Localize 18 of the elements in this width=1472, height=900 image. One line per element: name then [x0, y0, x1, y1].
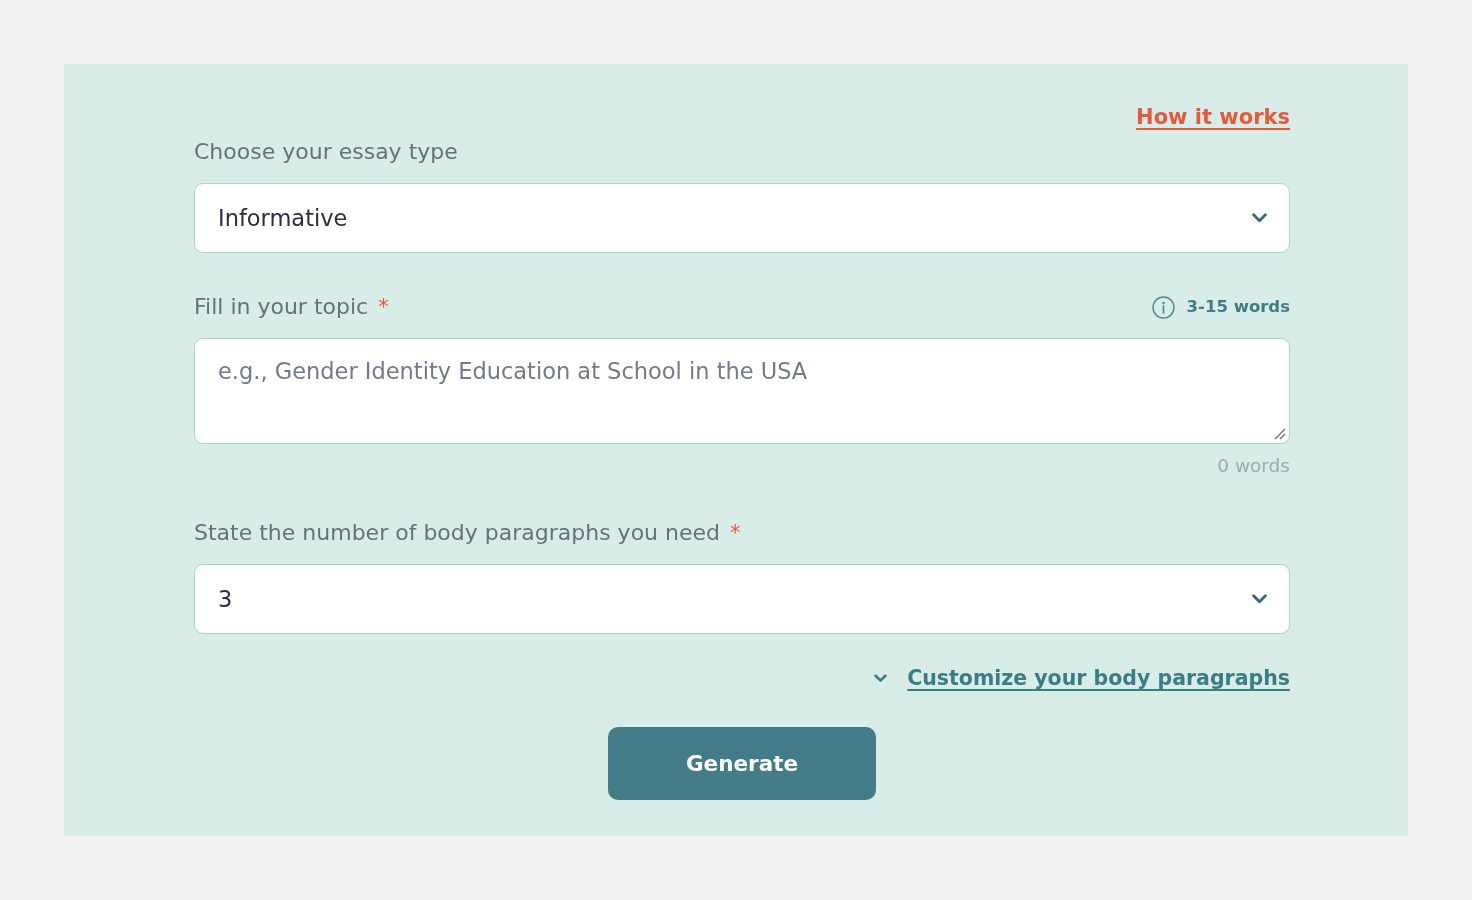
topic-input-field[interactable]: e.g., Gender Identity Education at School in the USA — [194, 338, 1290, 444]
generate-button[interactable]: Generate — [608, 727, 876, 800]
word-counter: 0 words — [1217, 456, 1290, 476]
chevron-down-icon — [874, 673, 888, 683]
how-it-works-link[interactable]: How it works — [1136, 104, 1290, 130]
field-label: Fill in your topic — [194, 295, 369, 319]
required-mark: * — [730, 521, 741, 545]
word-limit-hint: 3-15 words — [1186, 296, 1290, 318]
resize-handle-icon[interactable] — [1274, 428, 1286, 440]
field-label: Choose your essay type — [194, 140, 458, 164]
info-icon — [1151, 295, 1175, 319]
dropdown[interactable]: Informative — [194, 183, 1290, 253]
field-label: State the number of body paragraphs you need — [194, 521, 720, 545]
customize-paragraphs-link[interactable]: Customize your body paragraphs — [874, 665, 1290, 691]
required-mark: * — [378, 295, 389, 319]
chevron-down-icon — [1252, 213, 1267, 223]
dropdown[interactable]: 3 — [194, 564, 1290, 634]
chevron-down-icon — [1252, 594, 1267, 604]
